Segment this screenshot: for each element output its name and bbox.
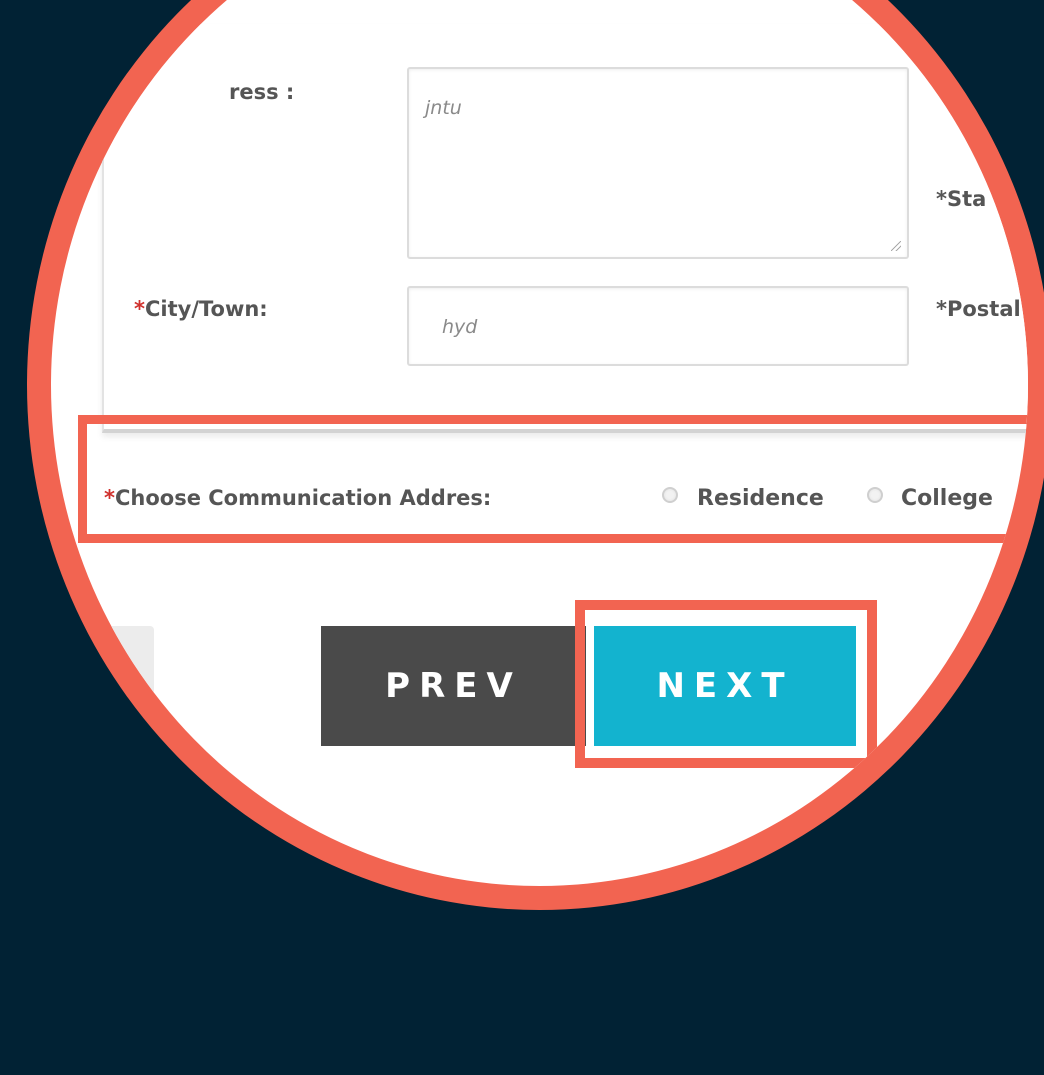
city-input[interactable]: hyd: [407, 286, 909, 366]
partial-button-left: [84, 626, 154, 746]
zoomed-content: ress : jntu *Sta *City/Town: hyd *Postal…: [51, 24, 1028, 886]
next-button-highlight: [575, 600, 877, 768]
city-value: hyd: [442, 316, 478, 338]
partial-button-right: [979, 626, 1028, 746]
state-label: *Sta: [936, 187, 987, 211]
magnifier-circle: ress : jntu *Sta *City/Town: hyd *Postal…: [27, 0, 1044, 910]
city-label: *City/Town:: [134, 297, 268, 321]
city-label-text: City/Town:: [144, 297, 268, 321]
address-label: ress :: [229, 80, 295, 104]
communication-highlight-box: [78, 415, 1028, 543]
required-mark: *: [134, 297, 145, 321]
postal-label: *Postal: [936, 297, 1021, 321]
address-textarea[interactable]: jntu: [407, 67, 909, 259]
address-value: jntu: [425, 97, 462, 119]
prev-button[interactable]: PREV: [321, 626, 586, 746]
resize-grip-icon[interactable]: [891, 241, 901, 251]
